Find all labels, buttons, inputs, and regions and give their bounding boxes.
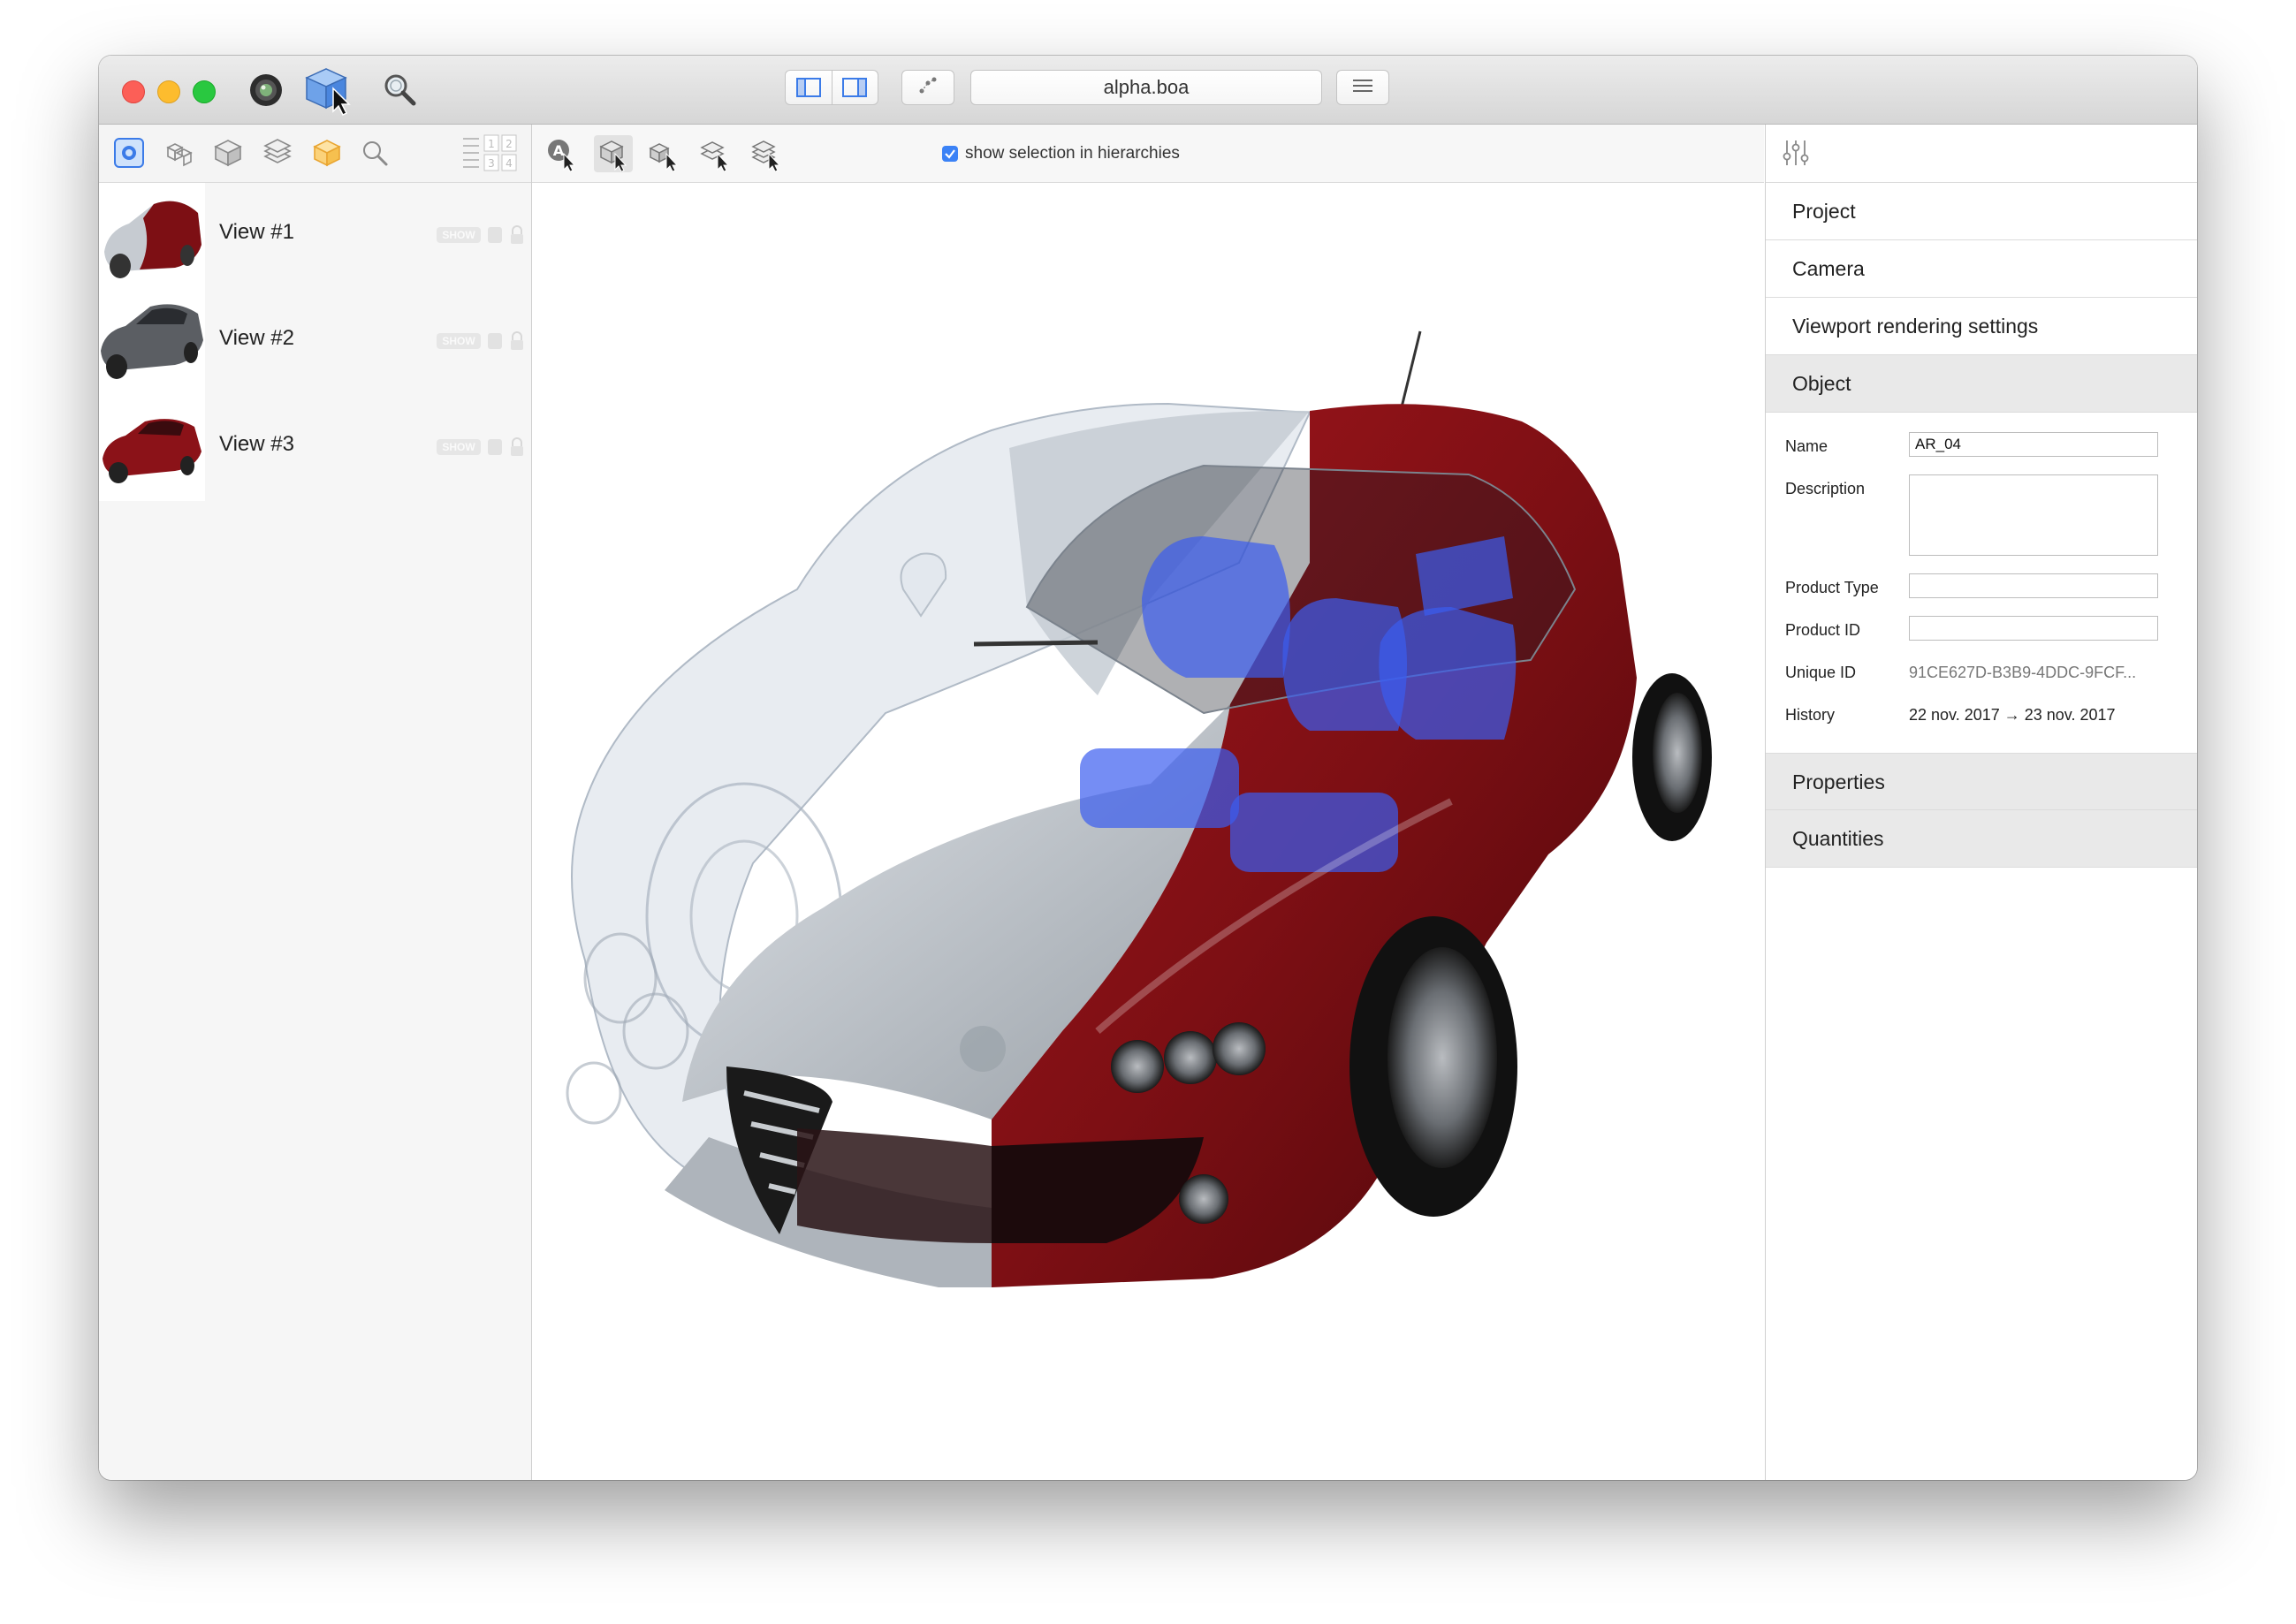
unique-id-label: Unique ID (1785, 664, 1857, 681)
properties-section[interactable]: Properties (1766, 753, 2197, 810)
left-panel-toggle-icon[interactable] (786, 71, 832, 104)
lock-icon[interactable] (509, 225, 525, 245)
product-type-label: Product Type (1785, 579, 1879, 596)
inspector-toolbar (1766, 125, 2197, 183)
inspect-magnifier-icon[interactable] (378, 68, 422, 112)
object-form: Name AR_04 Description Product Type Prod… (1766, 413, 2197, 753)
box-icon[interactable] (309, 135, 345, 171)
visibility-toggle[interactable] (488, 333, 502, 349)
sidebar-toolbar: 1 2 3 4 (99, 125, 531, 183)
name-label: Name (1785, 437, 1828, 455)
name-field[interactable]: AR_04 (1909, 432, 2158, 457)
show-selection-checkbox[interactable] (942, 146, 958, 162)
select-layer-icon[interactable] (696, 135, 735, 172)
lock-icon[interactable] (509, 331, 525, 351)
graph-icon (917, 76, 939, 100)
view-number-4: 4 (506, 157, 513, 170)
inspector-panel: Project Camera Viewport rendering settin… (1765, 125, 2197, 1480)
visibility-toggle[interactable] (488, 227, 502, 243)
lock-icon[interactable] (509, 437, 525, 457)
quantities-section[interactable]: Quantities (1766, 810, 2197, 868)
search-icon[interactable] (357, 135, 392, 171)
views-icon[interactable] (111, 135, 147, 171)
3d-viewport[interactable] (532, 183, 1764, 1480)
description-label: Description (1785, 480, 1866, 497)
show-badge[interactable]: SHOW (437, 439, 481, 455)
product-id-field[interactable] (1909, 616, 2158, 641)
view-layout-grid[interactable]: 1 2 3 4 (460, 134, 521, 171)
car-model-render[interactable] (532, 183, 1764, 1480)
sliders-icon[interactable] (1780, 137, 1812, 169)
right-panel-toggle-icon[interactable] (832, 71, 878, 104)
minimize-window-button[interactable] (157, 80, 180, 103)
list-icon (1351, 78, 1374, 98)
document-title: alpha.boa (970, 70, 1322, 105)
view-number-2: 2 (506, 138, 513, 150)
objects-icon[interactable] (161, 135, 196, 171)
viewport-panel: A show selection in hierarchies (532, 125, 1764, 1480)
list-item[interactable]: View #3 SHOW (99, 395, 531, 501)
view-thumbnail (99, 289, 205, 395)
list-item[interactable]: View #2 SHOW (99, 289, 531, 395)
view-number-1: 1 (488, 138, 495, 150)
show-badge[interactable]: SHOW (437, 227, 481, 243)
select-object-icon[interactable] (594, 135, 633, 172)
visibility-toggle[interactable] (488, 439, 502, 455)
graph-button[interactable] (901, 70, 954, 105)
app-window: alpha.boa 1 2 3 4 View #1 SHOW View #2 S… (99, 56, 2197, 1480)
view-name: View #3 (219, 432, 294, 456)
view-name: View #1 (219, 220, 294, 244)
annotate-icon[interactable]: A (543, 135, 582, 172)
materials-icon[interactable] (210, 135, 246, 171)
camera-section[interactable]: Camera (1766, 240, 2197, 298)
description-field[interactable] (1909, 474, 2158, 556)
svg-text:A: A (553, 142, 565, 159)
history-label: History (1785, 706, 1836, 724)
viewport-toolbar: A show selection in hierarchies (532, 125, 1764, 183)
close-window-button[interactable] (122, 80, 145, 103)
select-cube-icon[interactable] (299, 61, 357, 119)
show-selection-label: show selection in hierarchies (965, 144, 1180, 163)
views-sidebar: 1 2 3 4 View #1 SHOW View #2 SHOW View #… (99, 125, 532, 1480)
view-thumbnail (99, 395, 205, 501)
select-hierarchy-icon[interactable] (748, 135, 787, 172)
viewport-rendering-section[interactable]: Viewport rendering settings (1766, 298, 2197, 355)
list-button[interactable] (1336, 70, 1389, 105)
view-name: View #2 (219, 326, 294, 350)
project-section[interactable]: Project (1766, 183, 2197, 240)
title-bar: alpha.boa (99, 56, 2197, 125)
list-item[interactable]: View #1 SHOW (99, 183, 531, 289)
view-thumbnail (99, 183, 205, 289)
panel-toggle-group (785, 70, 878, 105)
object-section[interactable]: Object (1766, 355, 2197, 413)
layers-icon[interactable] (260, 135, 295, 171)
zoom-window-button[interactable] (193, 80, 216, 103)
camera-lens-icon[interactable] (244, 68, 288, 112)
view-number-3: 3 (488, 157, 495, 170)
select-group-icon[interactable] (645, 135, 684, 172)
history-value: 22 nov. 2017 → 23 nov. 2017 (1909, 706, 2116, 724)
show-badge[interactable]: SHOW (437, 333, 481, 349)
product-id-label: Product ID (1785, 621, 1861, 639)
product-type-field[interactable] (1909, 573, 2158, 598)
unique-id-value: 91CE627D-B3B9-4DDC-9FCF... (1909, 664, 2137, 681)
